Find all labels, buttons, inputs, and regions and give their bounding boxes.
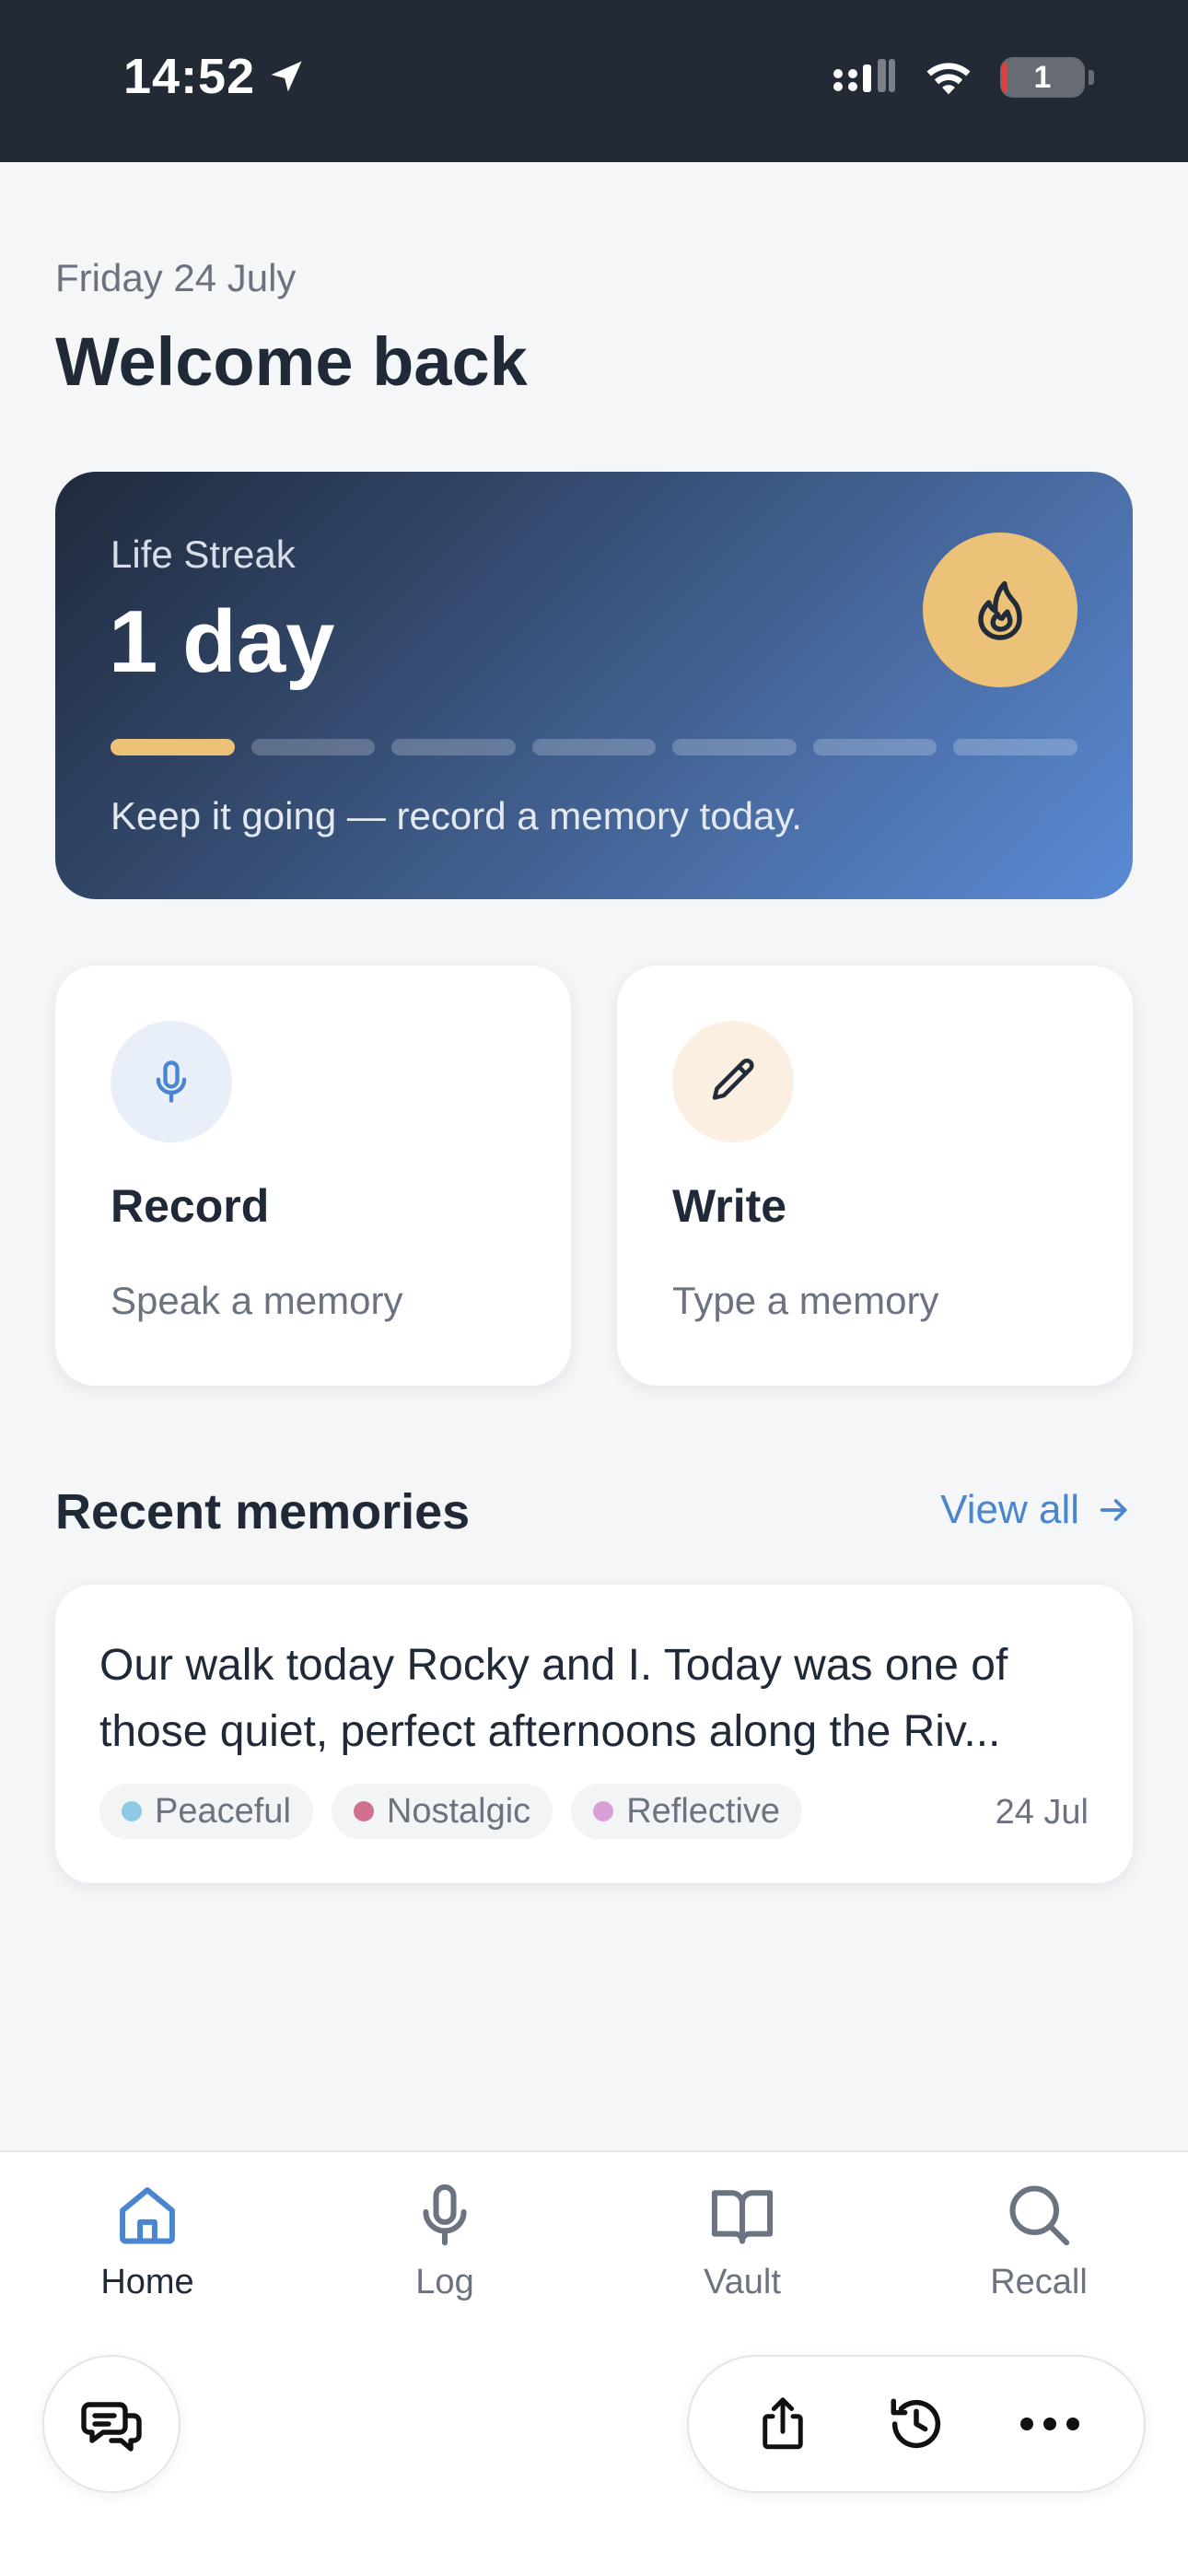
nav-log[interactable]: Log xyxy=(353,2180,537,2302)
tag-dot xyxy=(122,1801,142,1821)
microphone-icon xyxy=(423,2184,467,2246)
battery-indicator: 1 xyxy=(1000,57,1094,98)
write-title: Write xyxy=(672,1180,787,1232)
streak-day-segment xyxy=(953,739,1078,755)
tag-label: Peaceful xyxy=(155,1791,291,1831)
write-icon-badge xyxy=(672,1021,794,1142)
record-card[interactable]: Record Speak a memory xyxy=(55,966,571,1386)
signal-icon xyxy=(833,59,895,92)
write-subtitle: Type a memory xyxy=(672,1279,939,1322)
history-button[interactable] xyxy=(875,2383,958,2465)
streak-label: Life Streak xyxy=(111,533,296,576)
view-all-link[interactable]: View all xyxy=(940,1487,1133,1533)
microphone-icon xyxy=(156,1060,187,1103)
book-icon xyxy=(711,2190,774,2244)
memory-date: 24 Jul xyxy=(995,1793,1089,1832)
view-all-label: View all xyxy=(940,1487,1079,1532)
memory-excerpt: Our walk today Rocky and I. Today was on… xyxy=(99,1641,1008,1756)
nav-vault[interactable]: Vault xyxy=(650,2180,834,2302)
mood-tag: Peaceful xyxy=(99,1784,313,1839)
nav-home[interactable]: Home xyxy=(55,2180,239,2302)
streak-day-segment xyxy=(111,739,235,755)
share-icon xyxy=(763,2397,804,2450)
date-label: Friday 24 July xyxy=(55,256,297,299)
record-subtitle: Speak a memory xyxy=(111,1279,403,1322)
history-icon xyxy=(891,2398,941,2449)
nav-recall[interactable]: Recall xyxy=(947,2180,1131,2302)
page-title: Welcome back xyxy=(55,323,528,400)
record-title: Record xyxy=(111,1180,270,1232)
nav-log-label: Log xyxy=(415,2263,474,2301)
tag-dot xyxy=(593,1801,614,1821)
arrow-right-icon xyxy=(1100,1499,1127,1521)
tag-label: Nostalgic xyxy=(386,1791,531,1831)
chat-button[interactable] xyxy=(42,2355,181,2493)
status-indicators: 1 xyxy=(833,57,1094,98)
status-time-group: 14:52 xyxy=(123,48,307,105)
share-button[interactable] xyxy=(741,2383,824,2465)
battery-level: 1 xyxy=(1033,59,1052,95)
nav-vault-label: Vault xyxy=(704,2263,781,2301)
tag-dot xyxy=(353,1801,374,1821)
wifi-icon xyxy=(926,63,971,95)
streak-day-segment xyxy=(672,739,797,755)
search-icon xyxy=(1009,2185,1070,2246)
memory-card[interactable]: Our walk today Rocky and I. Today was on… xyxy=(55,1585,1133,1883)
nav-recall-label: Recall xyxy=(990,2263,1088,2301)
more-button[interactable] xyxy=(1008,2383,1091,2465)
mood-tag: Reflective xyxy=(571,1784,803,1839)
home-icon xyxy=(120,2187,175,2244)
write-card[interactable]: Write Type a memory xyxy=(617,966,1133,1386)
streak-note: Keep it going — record a memory today. xyxy=(111,794,802,837)
more-icon xyxy=(1019,2418,1079,2430)
chat-icon xyxy=(81,2402,142,2452)
streak-day-segment xyxy=(812,739,938,755)
nav-home-label: Home xyxy=(100,2263,194,2301)
memory-tags: Peaceful Nostalgic Reflective xyxy=(99,1784,803,1839)
status-bar: 14:52 1 xyxy=(0,0,1188,162)
streak-value: 1 day xyxy=(109,592,335,691)
life-streak-card: Life Streak 1 day Keep it going — record… xyxy=(55,472,1133,899)
location-arrow-icon xyxy=(271,61,302,92)
mood-tag: Nostalgic xyxy=(331,1784,553,1839)
streak-day-segment xyxy=(250,739,376,755)
streak-progress-bars xyxy=(111,739,1078,755)
flame-badge xyxy=(923,533,1077,687)
streak-day-segment xyxy=(531,739,657,755)
recent-memories-heading: Recent memories xyxy=(55,1484,471,1540)
tag-label: Reflective xyxy=(626,1791,781,1831)
status-time: 14:52 xyxy=(123,49,256,104)
streak-day-segment xyxy=(391,739,516,755)
browser-toolbar xyxy=(687,2355,1146,2493)
flame-icon xyxy=(978,580,1022,640)
pencil-icon xyxy=(712,1058,754,1100)
record-icon-badge xyxy=(111,1021,232,1142)
